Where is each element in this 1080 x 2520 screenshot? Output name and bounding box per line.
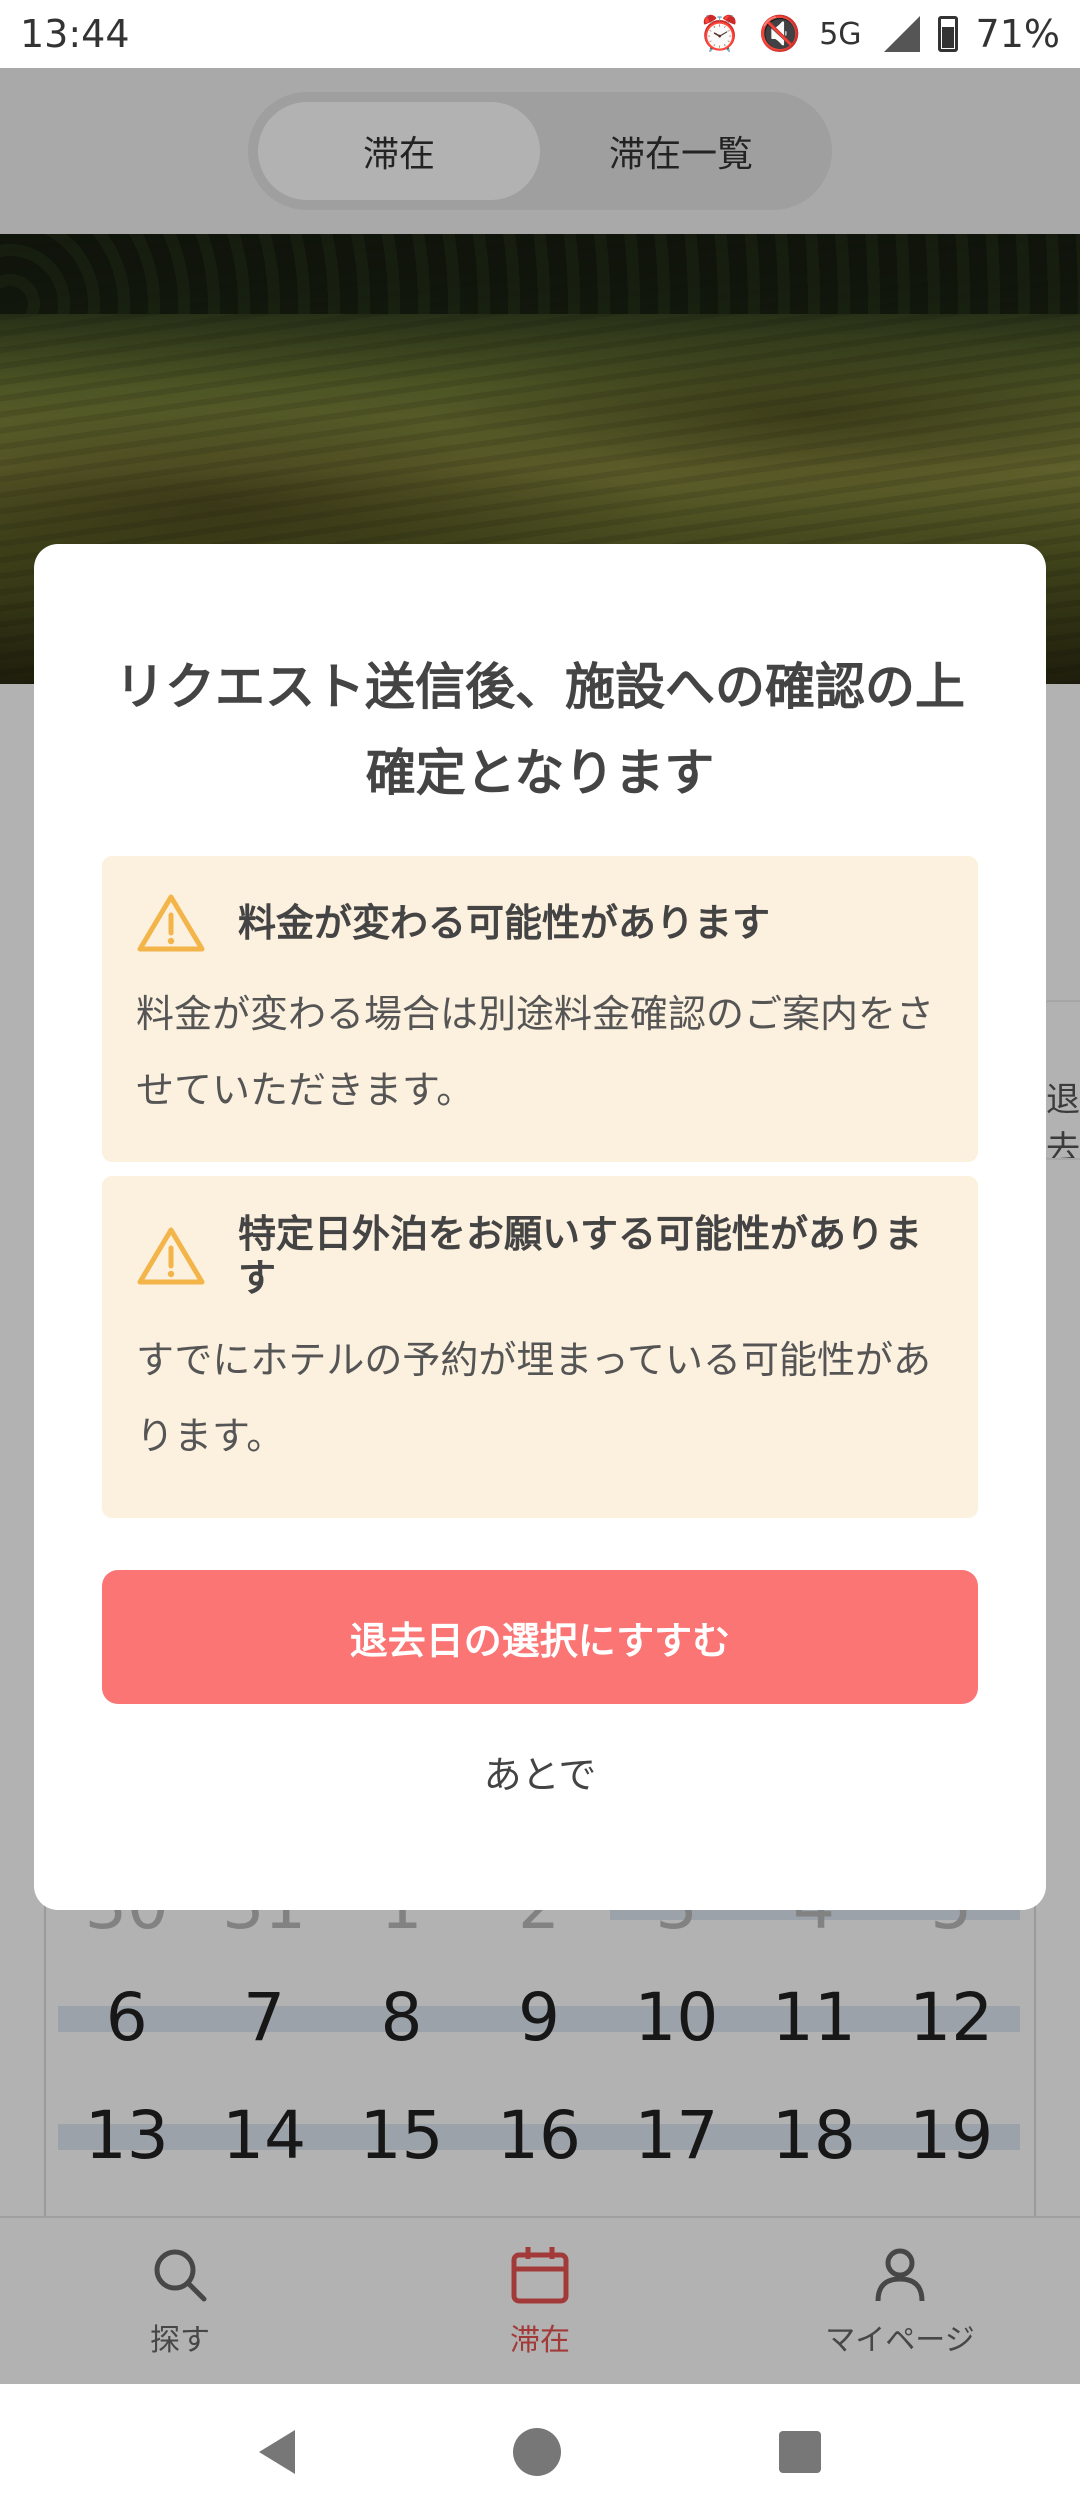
status-bar: 13:44 ⏰ 🔇 5G 71% xyxy=(0,0,1080,68)
warning-icon xyxy=(137,1227,205,1285)
dialog-title: リクエスト送信後、施設への確認の上 確定となります xyxy=(102,644,978,816)
notice-body: すでにホテルの予約が埋まっている可能性があります。 xyxy=(136,1338,931,1458)
alarm-icon: ⏰ xyxy=(698,14,741,54)
later-button[interactable]: あとで xyxy=(102,1744,978,1799)
status-icons: ⏰ 🔇 5G 71% xyxy=(699,12,1061,56)
system-nav-bar xyxy=(0,2384,1080,2520)
dialog-title-line2: 確定となります xyxy=(365,744,715,802)
warning-icon xyxy=(137,894,205,952)
notice-body: 料金が変わる場合は別途料金確認のご案内をさせていただきます。 xyxy=(136,992,935,1112)
network-label: 5G xyxy=(819,16,862,52)
proceed-to-checkout-date-button[interactable]: 退去日の選択にすすむ xyxy=(102,1570,978,1704)
back-icon[interactable] xyxy=(259,2430,295,2474)
notice-alternate-stay: 特定日外泊をお願いする可能性があります すでにホテルの予約が埋まっている可能性が… xyxy=(102,1176,978,1518)
home-icon[interactable] xyxy=(513,2428,561,2476)
battery-icon xyxy=(937,16,958,52)
notice-price-change: 料金が変わる可能性があります 料金が変わる場合は別途料金確認のご案内をさせていた… xyxy=(102,856,978,1162)
dialog-title-line1: リクエスト送信後、施設への確認の上 xyxy=(115,658,965,716)
request-confirmation-dialog: リクエスト送信後、施設への確認の上 確定となります 料金が変わる可能性があります… xyxy=(34,544,1046,1910)
battery-percent: 71% xyxy=(975,12,1060,56)
signal-icon xyxy=(880,14,920,54)
notice-title: 料金が変わる可能性があります xyxy=(238,901,771,945)
notice-header: 特定日外泊をお願いする可能性があります xyxy=(136,1212,944,1300)
status-time: 13:44 xyxy=(20,12,130,56)
notice-header: 料金が変わる可能性があります xyxy=(136,892,944,954)
recent-apps-icon[interactable] xyxy=(779,2431,821,2473)
mute-icon: 🔇 xyxy=(758,14,802,54)
notice-title: 特定日外泊をお願いする可能性があります xyxy=(238,1212,923,1300)
